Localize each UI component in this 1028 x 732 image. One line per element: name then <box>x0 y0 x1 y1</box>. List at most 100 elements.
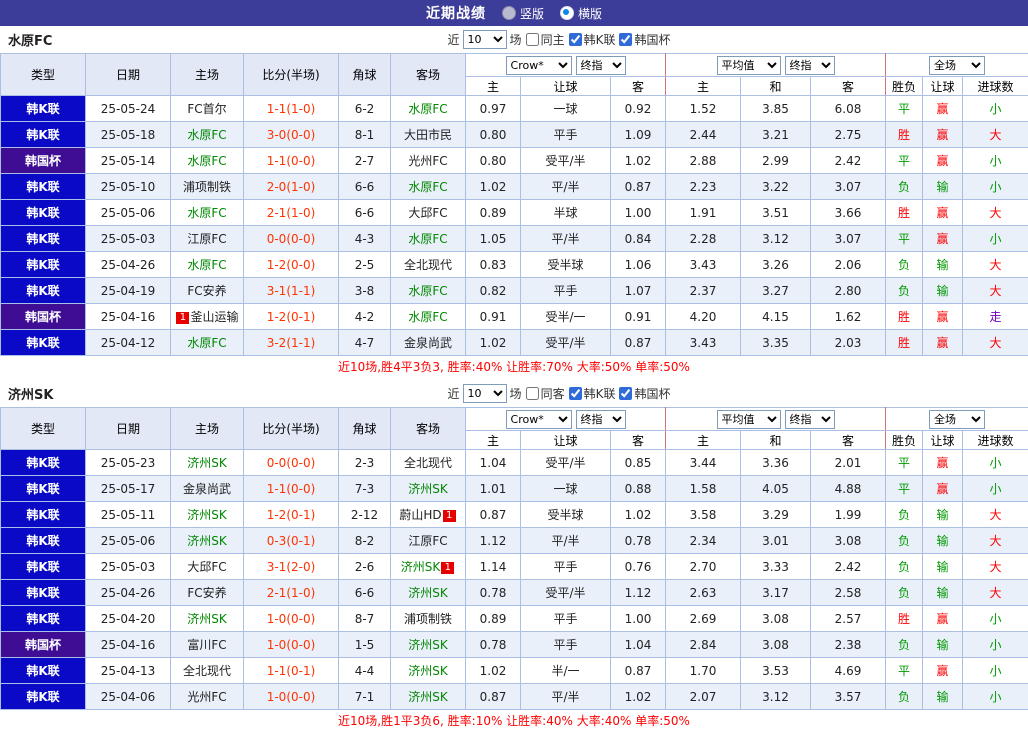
match-score[interactable]: 1-1(0-0) <box>244 148 339 174</box>
away-team[interactable]: 光州FC <box>391 148 466 174</box>
home-team[interactable]: 水原FC <box>171 200 244 226</box>
cup-filter[interactable]: 韩国杯 <box>618 31 670 48</box>
away-team[interactable]: 全北现代 <box>391 252 466 278</box>
same-venue-checkbox[interactable] <box>526 33 539 46</box>
same-venue-filter[interactable]: 同主 <box>525 31 565 48</box>
home-team[interactable]: FC安养 <box>171 278 244 304</box>
away-team[interactable]: 水原FC <box>391 96 466 122</box>
away-team[interactable]: 济州SK <box>391 658 466 684</box>
asian-final-select[interactable]: 终指 <box>576 410 626 429</box>
match-row: 韩K联25-05-10浦项制铁2-0(1-0)6-6水原FC1.02平/半0.8… <box>1 174 1028 200</box>
col-header-euro-home: 主 <box>666 77 741 96</box>
home-team[interactable]: 济州SK <box>171 606 244 632</box>
match-score[interactable]: 1-0(0-0) <box>244 606 339 632</box>
away-team[interactable]: 蔚山HD1 <box>391 502 466 528</box>
away-team[interactable]: 水原FC <box>391 304 466 330</box>
home-team[interactable]: 济州SK <box>171 502 244 528</box>
cup-filter[interactable]: 韩国杯 <box>618 385 670 402</box>
asian-final-select[interactable]: 终指 <box>576 56 626 75</box>
match-score[interactable]: 1-2(0-0) <box>244 252 339 278</box>
radio-icon-vertical[interactable] <box>502 6 516 20</box>
fulltime-select[interactable]: 全场 <box>929 56 985 75</box>
home-team[interactable]: 大邱FC <box>171 554 244 580</box>
match-score[interactable]: 3-2(1-1) <box>244 330 339 356</box>
same-venue-filter[interactable]: 同客 <box>525 385 565 402</box>
bookmaker-select[interactable]: Crow* <box>506 410 572 429</box>
kleague-filter[interactable]: 韩K联 <box>568 31 616 48</box>
away-team[interactable]: 济州SK1 <box>391 554 466 580</box>
home-team[interactable]: FC首尔 <box>171 96 244 122</box>
home-team[interactable]: 光州FC <box>171 684 244 710</box>
kleague-checkbox[interactable] <box>569 33 582 46</box>
corners: 1-5 <box>339 632 391 658</box>
away-team[interactable]: 金泉尚武 <box>391 330 466 356</box>
home-team[interactable]: 济州SK <box>171 528 244 554</box>
home-team[interactable]: 全北现代 <box>171 658 244 684</box>
home-team[interactable]: 水原FC <box>171 122 244 148</box>
match-score[interactable]: 0-3(0-1) <box>244 528 339 554</box>
same-venue-checkbox[interactable] <box>526 387 539 400</box>
layout-option-vertical[interactable]: 竖版 <box>502 5 544 22</box>
home-team[interactable]: 1釜山运输 <box>171 304 244 330</box>
home-team[interactable]: 水原FC <box>171 252 244 278</box>
layout-option-horizontal-label: 横版 <box>578 5 602 22</box>
match-score[interactable]: 2-1(1-0) <box>244 200 339 226</box>
home-team[interactable]: 水原FC <box>171 330 244 356</box>
match-score[interactable]: 0-0(0-0) <box>244 226 339 252</box>
away-team[interactable]: 水原FC <box>391 226 466 252</box>
result-goals: 小 <box>963 96 1028 122</box>
match-score[interactable]: 1-0(0-0) <box>244 684 339 710</box>
match-score[interactable]: 1-2(0-1) <box>244 502 339 528</box>
away-team[interactable]: 大田市民 <box>391 122 466 148</box>
home-team[interactable]: FC安养 <box>171 580 244 606</box>
league-type: 韩K联 <box>1 658 86 684</box>
home-team[interactable]: 江原FC <box>171 226 244 252</box>
away-team[interactable]: 大邱FC <box>391 200 466 226</box>
euro-home-odds: 2.34 <box>666 528 741 554</box>
match-score[interactable]: 2-1(1-0) <box>244 580 339 606</box>
col-header-home: 主场 <box>171 408 244 450</box>
match-score[interactable]: 1-0(0-0) <box>244 632 339 658</box>
euro-average-select[interactable]: 平均值 <box>717 410 781 429</box>
match-score[interactable]: 1-2(0-1) <box>244 304 339 330</box>
away-team[interactable]: 水原FC <box>391 174 466 200</box>
kleague-checkbox[interactable] <box>569 387 582 400</box>
away-team[interactable]: 济州SK <box>391 476 466 502</box>
away-team[interactable]: 水原FC <box>391 278 466 304</box>
home-team[interactable]: 水原FC <box>171 148 244 174</box>
home-team[interactable]: 浦项制铁 <box>171 174 244 200</box>
recent-count-select[interactable]: 10 <box>463 30 507 49</box>
euro-away-odds: 1.62 <box>811 304 886 330</box>
match-score[interactable]: 0-0(0-0) <box>244 450 339 476</box>
euro-final-select[interactable]: 终指 <box>785 410 835 429</box>
kleague-filter[interactable]: 韩K联 <box>568 385 616 402</box>
match-score[interactable]: 1-1(0-0) <box>244 476 339 502</box>
home-team[interactable]: 金泉尚武 <box>171 476 244 502</box>
match-score[interactable]: 3-1(1-1) <box>244 278 339 304</box>
bookmaker-select[interactable]: Crow* <box>506 56 572 75</box>
layout-option-horizontal[interactable]: 横版 <box>560 5 602 22</box>
away-team[interactable]: 浦项制铁 <box>391 606 466 632</box>
euro-home-odds: 2.37 <box>666 278 741 304</box>
match-score[interactable]: 3-1(2-0) <box>244 554 339 580</box>
cup-checkbox[interactable] <box>619 387 632 400</box>
euro-final-select[interactable]: 终指 <box>785 56 835 75</box>
match-score[interactable]: 2-0(1-0) <box>244 174 339 200</box>
away-team[interactable]: 济州SK <box>391 632 466 658</box>
result-outcome: 负 <box>886 174 923 200</box>
home-team[interactable]: 济州SK <box>171 450 244 476</box>
cup-checkbox[interactable] <box>619 33 632 46</box>
away-team[interactable]: 江原FC <box>391 528 466 554</box>
match-score[interactable]: 1-1(0-1) <box>244 658 339 684</box>
euro-average-select[interactable]: 平均值 <box>717 56 781 75</box>
radio-icon-horizontal[interactable] <box>560 6 574 20</box>
fulltime-select[interactable]: 全场 <box>929 410 985 429</box>
away-team[interactable]: 济州SK <box>391 684 466 710</box>
away-team[interactable]: 济州SK <box>391 580 466 606</box>
result-outcome: 胜 <box>886 330 923 356</box>
away-team[interactable]: 全北现代 <box>391 450 466 476</box>
recent-count-select[interactable]: 10 <box>463 384 507 403</box>
match-score[interactable]: 1-1(1-0) <box>244 96 339 122</box>
match-score[interactable]: 3-0(0-0) <box>244 122 339 148</box>
home-team[interactable]: 富川FC <box>171 632 244 658</box>
